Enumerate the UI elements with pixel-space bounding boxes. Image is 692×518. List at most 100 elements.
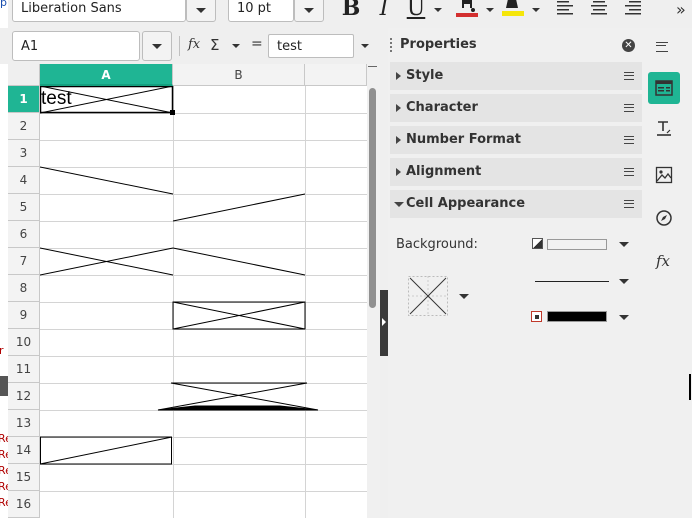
name-box-value: A1 — [21, 39, 39, 54]
cell-b5-diagonal — [172, 193, 306, 222]
row-header-11[interactable]: 11 — [8, 356, 40, 383]
edge-handle — [0, 376, 8, 396]
scrollbar-thumb[interactable] — [369, 88, 376, 308]
fill-handle[interactable] — [170, 110, 175, 115]
section-cell-appearance[interactable]: Cell Appearance — [390, 190, 642, 218]
cell-area[interactable] — [40, 86, 368, 518]
tab-properties[interactable] — [648, 72, 680, 104]
font-size-field[interactable]: 10 pt — [228, 0, 294, 22]
column-header-a[interactable]: A — [40, 64, 173, 86]
line-style-dropdown[interactable] — [619, 279, 629, 284]
row-header-5[interactable]: 5 — [8, 194, 40, 221]
background-color-dropdown[interactable] — [619, 242, 629, 247]
highlight-color-dropdown[interactable] — [532, 8, 540, 12]
formatting-toolbar: Liberation Sans 10 pt B I U » — [0, 0, 692, 28]
chevron-double-right-icon: » — [676, 0, 686, 19]
section-character[interactable]: Character — [390, 94, 642, 122]
column-header-c[interactable] — [305, 64, 367, 86]
font-size-dropdown-button[interactable] — [294, 0, 324, 22]
underline-options-dropdown[interactable] — [434, 8, 442, 12]
font-color-dropdown[interactable] — [486, 8, 494, 12]
chevron-down-icon — [304, 8, 314, 13]
vertical-scrollbar[interactable] — [367, 64, 378, 518]
row-header-8[interactable]: 8 — [8, 275, 40, 302]
line-style-preview[interactable] — [535, 281, 609, 282]
input-line-value: test — [277, 39, 302, 54]
background-color-swatch[interactable] — [547, 239, 607, 250]
bold-button[interactable]: B — [338, 0, 364, 22]
expand-formula-bar-button[interactable] — [361, 44, 369, 48]
edge-fragment: Re — [0, 448, 8, 461]
highlight-color-button[interactable] — [500, 0, 526, 20]
underline-button[interactable]: U — [404, 0, 428, 22]
scroll-up-arrow[interactable] — [368, 66, 377, 71]
font-name-dropdown-button[interactable] — [186, 0, 216, 22]
row-header-14[interactable]: 14 — [8, 437, 40, 464]
italic-button[interactable]: I — [372, 0, 396, 22]
align-right-button[interactable] — [624, 0, 642, 18]
align-center-button[interactable] — [590, 0, 608, 18]
highlight-color-swatch — [502, 11, 524, 16]
cell-b12-x-thick-border — [157, 382, 319, 411]
row-header-16[interactable]: 16 — [8, 491, 40, 518]
tab-gallery[interactable] — [655, 166, 673, 184]
row-header-4[interactable]: 4 — [8, 167, 40, 194]
row-header-13[interactable]: 13 — [8, 410, 40, 437]
column-header-b[interactable]: B — [173, 64, 305, 86]
row-header-10[interactable]: 10 — [8, 329, 40, 356]
font-name-value: Liberation Sans — [21, 1, 122, 16]
row-header-6[interactable]: 6 — [8, 221, 40, 248]
sum-dropdown[interactable] — [232, 44, 240, 48]
tab-functions[interactable]: fx — [656, 252, 670, 270]
sidebar-settings-menu-icon[interactable] — [656, 42, 668, 52]
sum-icon[interactable]: Σ — [210, 36, 219, 54]
font-name-field[interactable]: Liberation Sans — [12, 0, 186, 22]
row-header-7[interactable]: 7 — [8, 248, 40, 275]
select-all-corner[interactable] — [8, 64, 40, 86]
section-number-format[interactable]: Number Format — [390, 126, 642, 154]
function-wizard-icon[interactable]: fx — [188, 37, 200, 52]
cell-borders-icon — [408, 276, 448, 316]
input-line[interactable]: test — [268, 34, 354, 58]
close-panel-button[interactable]: ✕ — [622, 39, 635, 52]
sidebar-collapse-handle[interactable] — [380, 290, 388, 356]
cell-border-dropdown[interactable] — [459, 294, 469, 299]
menu-icon[interactable] — [624, 72, 634, 80]
row-header-2[interactable]: 2 — [8, 113, 40, 140]
menu-icon[interactable] — [624, 104, 634, 112]
menu-icon[interactable] — [624, 168, 634, 176]
row-header-9[interactable]: 9 — [8, 302, 40, 329]
cell-a1-text: test — [41, 88, 72, 109]
cell-border-button[interactable] — [408, 276, 448, 316]
font-size-value: 10 pt — [237, 1, 272, 16]
toolbar-overflow-button[interactable]: » — [676, 0, 690, 19]
section-label: Alignment — [406, 164, 482, 179]
divider — [179, 36, 180, 56]
chevron-down-icon — [196, 8, 206, 13]
row-header-15[interactable]: 15 — [8, 464, 40, 491]
section-style[interactable]: Style — [390, 62, 642, 90]
spreadsheet-grid[interactable]: A B 1 2 3 4 5 6 7 8 9 10 11 12 13 14 15 16 — [8, 64, 378, 518]
name-box[interactable]: A1 — [12, 31, 140, 61]
menu-icon[interactable] — [624, 200, 634, 208]
menu-icon[interactable] — [624, 136, 634, 144]
left-window-edge: p r Re Re Re Re Re — [0, 0, 8, 518]
cell-b7-diagonal — [172, 247, 306, 276]
chevron-right-icon — [396, 104, 401, 112]
chevron-down-icon — [394, 202, 404, 207]
align-left-button[interactable] — [556, 0, 574, 18]
section-alignment[interactable]: Alignment — [390, 158, 642, 186]
row-header-3[interactable]: 3 — [8, 140, 40, 167]
row-header-12[interactable]: 12 — [8, 383, 40, 410]
cell-a14-bordered-diagonal — [40, 436, 173, 465]
divider — [380, 28, 388, 290]
font-color-button[interactable] — [454, 0, 480, 20]
navigator-icon — [656, 210, 672, 226]
tab-styles[interactable] — [655, 120, 673, 138]
tab-navigator[interactable] — [655, 209, 673, 227]
border-color-swatch[interactable] — [547, 311, 607, 322]
row-header-1[interactable]: 1 — [8, 86, 40, 113]
formula-icon[interactable]: = — [251, 36, 263, 52]
name-box-dropdown-button[interactable] — [142, 31, 172, 61]
border-color-dropdown[interactable] — [619, 315, 629, 320]
